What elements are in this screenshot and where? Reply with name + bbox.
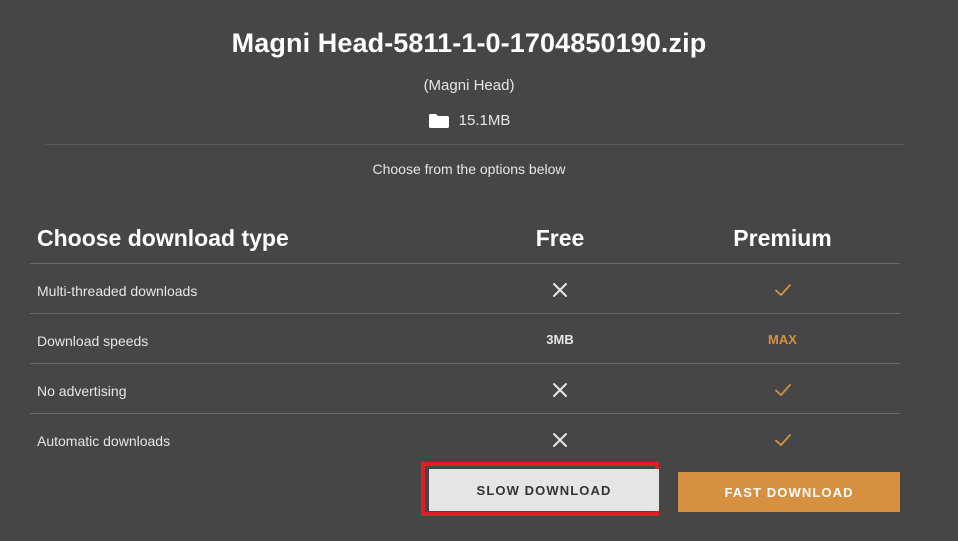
header-free: Free xyxy=(535,225,585,251)
free-cell xyxy=(455,379,665,399)
divider xyxy=(45,144,905,145)
free-speed-value: 3MB xyxy=(546,332,574,347)
premium-cell xyxy=(665,279,900,299)
slow-download-button[interactable]: SLOW DOWNLOAD xyxy=(429,469,659,511)
file-size: 15.1MB xyxy=(458,112,511,129)
table-row: Multi-threaded downloads xyxy=(30,264,900,314)
free-cell xyxy=(455,279,665,299)
header-label: Choose download type xyxy=(37,225,289,251)
cross-icon xyxy=(553,282,567,297)
row-label: Download speeds xyxy=(37,332,149,349)
table-row: Download speeds 3MB MAX xyxy=(30,314,900,364)
checkmark-icon xyxy=(774,383,791,396)
premium-speed-value: MAX xyxy=(768,332,797,347)
table-row: Automatic downloads xyxy=(30,414,900,463)
row-label: Automatic downloads xyxy=(37,432,171,449)
premium-cell: MAX xyxy=(665,330,900,347)
checkmark-icon xyxy=(774,433,791,446)
premium-cell xyxy=(665,379,900,399)
free-cell: 3MB xyxy=(455,330,665,347)
free-cell xyxy=(455,429,665,449)
checkmark-icon xyxy=(774,283,791,296)
comparison-table: Choose download type Free Premium Multi-… xyxy=(30,214,900,463)
fast-download-button[interactable]: FAST DOWNLOAD xyxy=(678,472,900,512)
header-premium: Premium xyxy=(733,225,832,251)
row-label: No advertising xyxy=(37,382,127,399)
table-row: No advertising xyxy=(30,364,900,414)
cross-icon xyxy=(553,382,567,397)
folder-icon xyxy=(428,113,449,128)
cross-icon xyxy=(553,432,567,447)
file-size-row: 15.1MB xyxy=(0,112,938,129)
premium-cell xyxy=(665,429,900,449)
file-subtitle: (Magni Head) xyxy=(423,77,515,94)
instructions-text: Choose from the options below xyxy=(372,161,566,177)
row-label: Multi-threaded downloads xyxy=(37,282,198,299)
file-title: Magni Head-5811-1-0-1704850190.zip xyxy=(231,28,707,58)
comparison-header: Choose download type Free Premium xyxy=(30,214,900,264)
